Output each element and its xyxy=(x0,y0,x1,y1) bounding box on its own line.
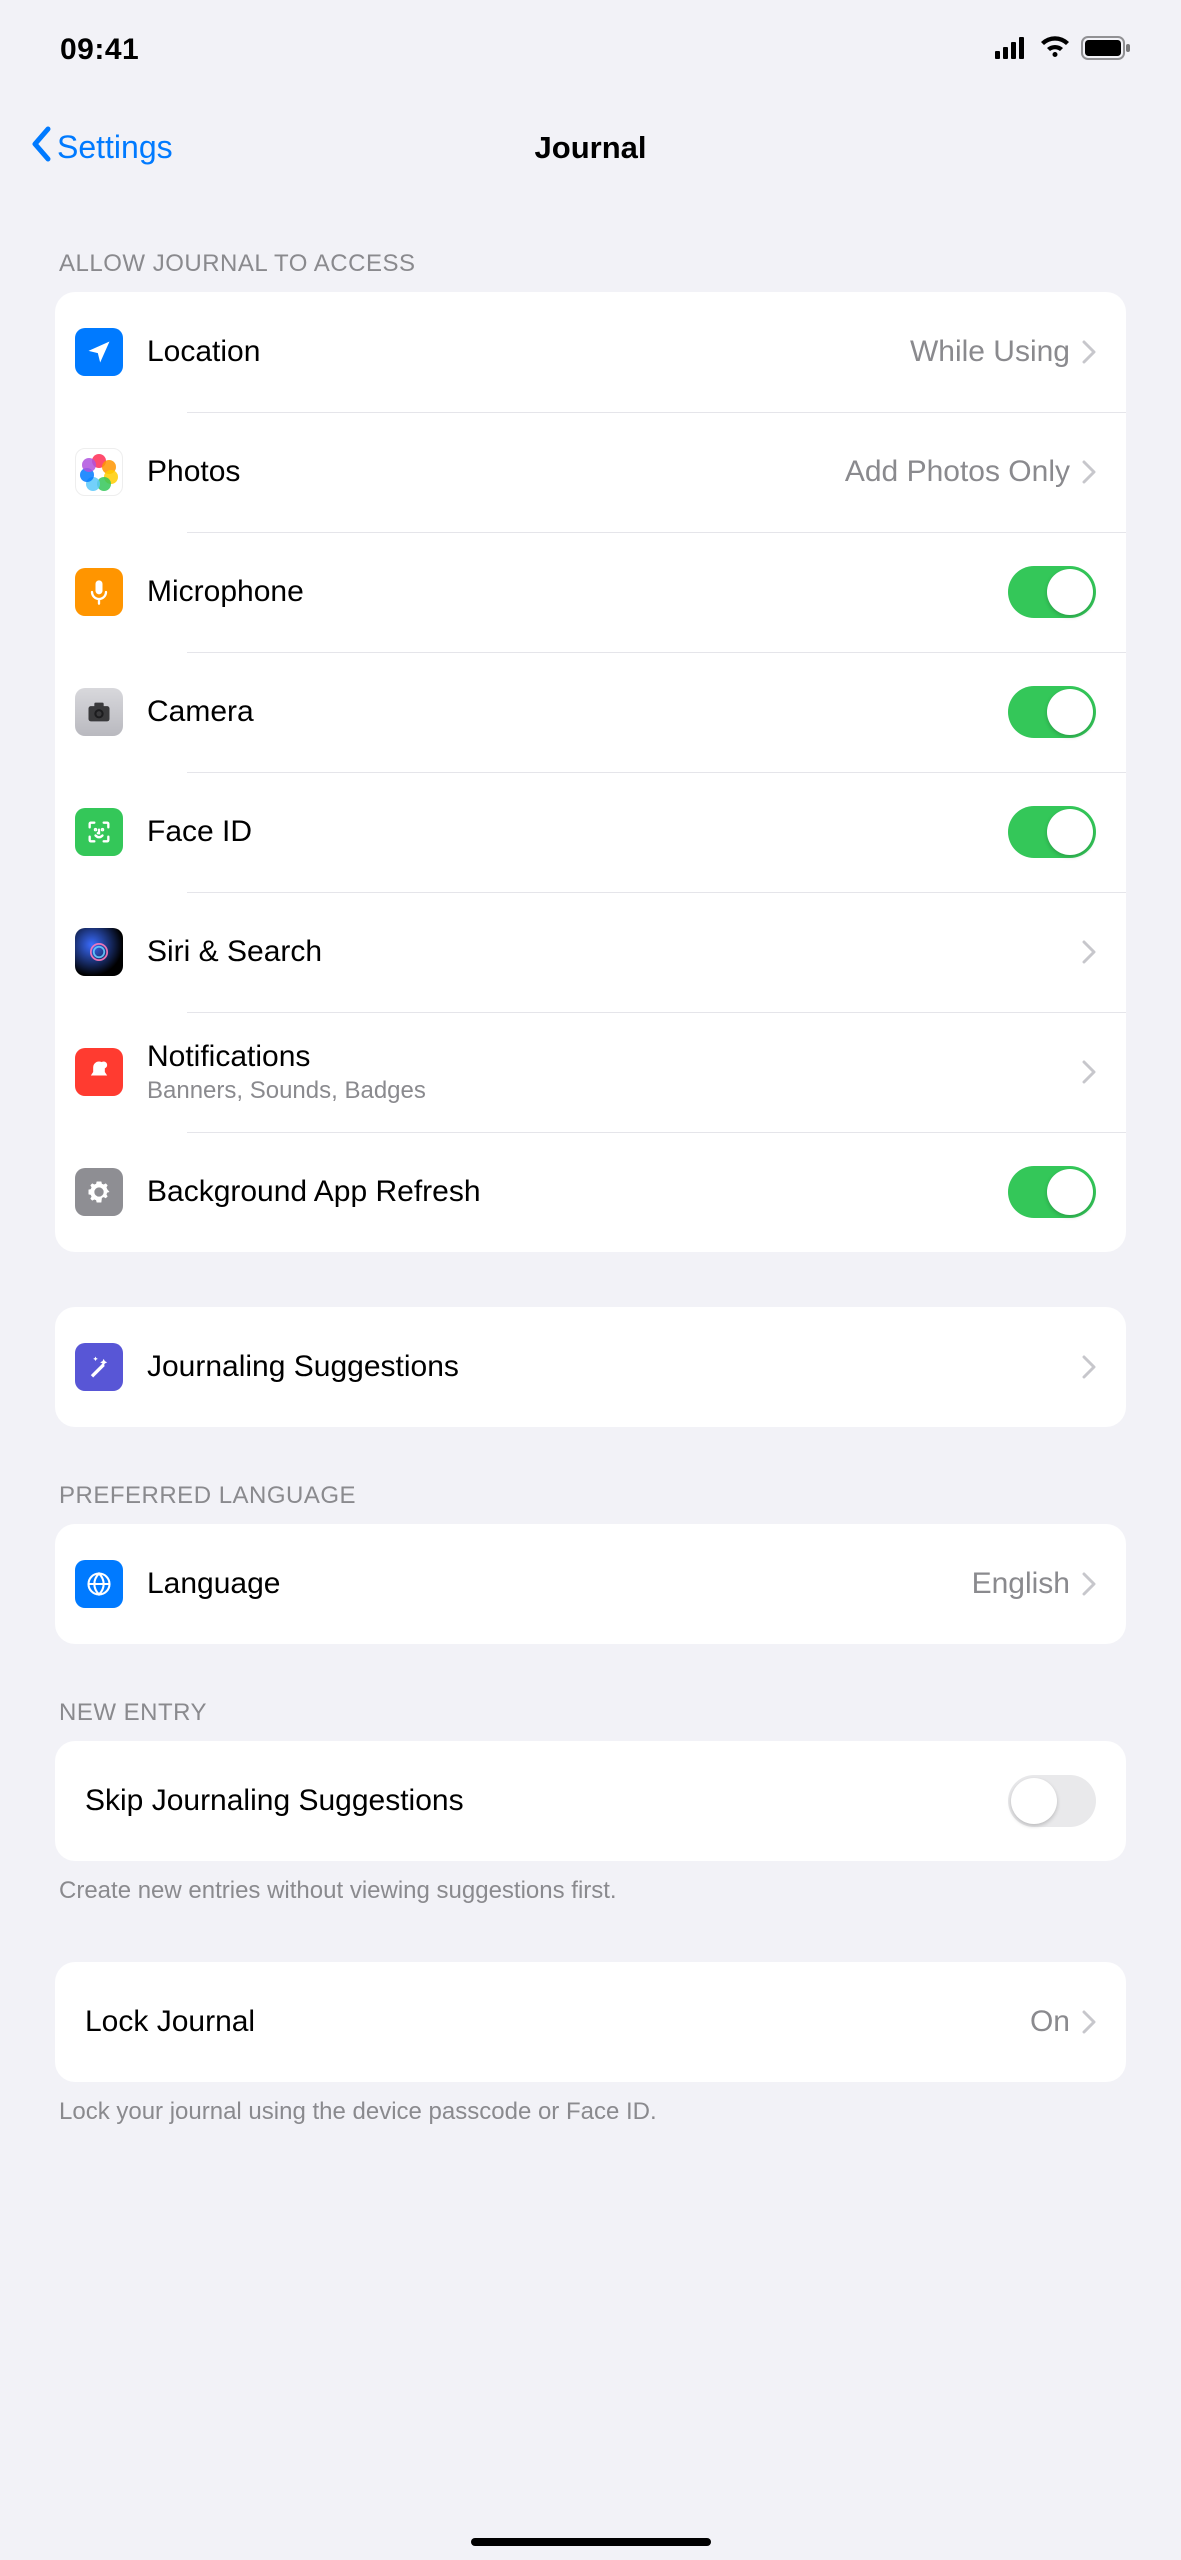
row-label: Journaling Suggestions xyxy=(147,1349,1082,1385)
status-bar: 09:41 xyxy=(0,0,1181,100)
chevron-right-icon xyxy=(1082,1060,1096,1084)
row-value: While Using xyxy=(910,335,1070,369)
row-label: Photos xyxy=(147,454,845,490)
group-access: Location While Using Photos Add Photos O… xyxy=(55,292,1126,1252)
back-button[interactable]: Settings xyxy=(30,126,173,170)
nav-bar: Settings Journal xyxy=(0,100,1181,195)
siri-icon xyxy=(75,928,123,976)
row-value: English xyxy=(972,1567,1070,1601)
row-label: Background App Refresh xyxy=(147,1174,1008,1210)
wand-icon xyxy=(75,1343,123,1391)
group-lock: Lock Journal On xyxy=(55,1962,1126,2082)
row-label: Skip Journaling Suggestions xyxy=(85,1783,1008,1819)
group-language: Language English xyxy=(55,1524,1126,1644)
chevron-right-icon xyxy=(1082,460,1096,484)
camera-icon xyxy=(75,688,123,736)
row-label: Microphone xyxy=(147,574,1008,610)
chevron-right-icon xyxy=(1082,1355,1096,1379)
row-lock-journal[interactable]: Lock Journal On xyxy=(55,1962,1126,2082)
row-label: Location xyxy=(147,334,910,370)
wifi-icon xyxy=(1039,36,1071,65)
camera-toggle[interactable] xyxy=(1008,686,1096,738)
section-header-access: ALLOW JOURNAL TO ACCESS xyxy=(59,250,1126,278)
photos-icon xyxy=(75,448,123,496)
skip-suggestions-toggle[interactable] xyxy=(1008,1775,1096,1827)
row-bgrefresh: Background App Refresh xyxy=(55,1132,1126,1252)
row-value: Add Photos Only xyxy=(845,455,1070,489)
chevron-right-icon xyxy=(1082,940,1096,964)
row-notifications[interactable]: Notifications Banners, Sounds, Badges xyxy=(55,1012,1126,1132)
row-journaling-suggestions[interactable]: Journaling Suggestions xyxy=(55,1307,1126,1427)
back-label: Settings xyxy=(57,129,173,166)
row-sublabel: Banners, Sounds, Badges xyxy=(147,1077,1082,1105)
section-header-newentry: NEW ENTRY xyxy=(59,1699,1126,1727)
notifications-icon xyxy=(75,1048,123,1096)
row-camera: Camera xyxy=(55,652,1126,772)
battery-icon xyxy=(1081,36,1131,65)
row-microphone: Microphone xyxy=(55,532,1126,652)
row-language[interactable]: Language English xyxy=(55,1524,1126,1644)
row-label: Lock Journal xyxy=(85,2004,1030,2040)
chevron-right-icon xyxy=(1082,340,1096,364)
row-label: Language xyxy=(147,1566,972,1602)
location-icon xyxy=(75,328,123,376)
chevron-left-icon xyxy=(30,126,52,170)
status-time: 09:41 xyxy=(60,33,139,67)
home-indicator[interactable] xyxy=(471,2538,711,2546)
globe-icon xyxy=(75,1560,123,1608)
row-label: Notifications xyxy=(147,1039,1082,1075)
microphone-icon xyxy=(75,568,123,616)
microphone-toggle[interactable] xyxy=(1008,566,1096,618)
row-photos[interactable]: Photos Add Photos Only xyxy=(55,412,1126,532)
faceid-toggle[interactable] xyxy=(1008,806,1096,858)
row-value: On xyxy=(1030,2005,1070,2039)
page-title: Journal xyxy=(535,130,647,166)
footer-lock: Lock your journal using the device passc… xyxy=(59,2096,1122,2128)
row-label: Face ID xyxy=(147,814,1008,850)
chevron-right-icon xyxy=(1082,1572,1096,1596)
gear-icon xyxy=(75,1168,123,1216)
section-header-language: PREFERRED LANGUAGE xyxy=(59,1482,1126,1510)
group-suggestions: Journaling Suggestions xyxy=(55,1307,1126,1427)
cellular-icon xyxy=(995,37,1029,64)
row-label: Siri & Search xyxy=(147,934,1082,970)
chevron-right-icon xyxy=(1082,2010,1096,2034)
bgrefresh-toggle[interactable] xyxy=(1008,1166,1096,1218)
row-skip-suggestions: Skip Journaling Suggestions xyxy=(55,1741,1126,1861)
status-indicators xyxy=(995,36,1131,65)
faceid-icon xyxy=(75,808,123,856)
row-label: Camera xyxy=(147,694,1008,730)
footer-newentry: Create new entries without viewing sugge… xyxy=(59,1875,1122,1907)
group-newentry: Skip Journaling Suggestions xyxy=(55,1741,1126,1861)
row-location[interactable]: Location While Using xyxy=(55,292,1126,412)
row-siri[interactable]: Siri & Search xyxy=(55,892,1126,1012)
row-faceid: Face ID xyxy=(55,772,1126,892)
